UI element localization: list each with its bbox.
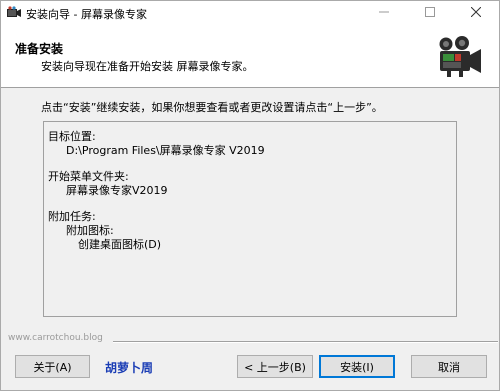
title-bar[interactable]: 安装向导 - 屏幕录像专家	[1, 1, 499, 26]
installer-app-icon	[6, 6, 22, 20]
back-button[interactable]: < 上一步(B)	[237, 355, 313, 378]
page-subtitle: 安装向导现在准备开始安装 屏幕录像专家。	[41, 60, 254, 73]
minimize-button[interactable]	[361, 1, 407, 26]
dest-value: D:\Program Files\屏幕录像专家 V2019	[66, 144, 265, 157]
installer-window: 安装向导 - 屏幕录像专家 准备安装 安装向导现在准备开始安装 屏幕录像专家。	[0, 0, 500, 391]
page-title: 准备安装	[15, 42, 64, 56]
instruction-text: 点击“安装”继续安装，如果你想要查看或者更改设置请点击“上一步”。	[41, 101, 383, 114]
startmenu-value: 屏幕录像专家V2019	[66, 184, 168, 197]
minimize-icon	[379, 7, 389, 20]
watermark-text: www.carrotchou.blog	[8, 333, 103, 343]
maximize-button[interactable]	[407, 1, 453, 26]
close-button[interactable]	[453, 1, 499, 26]
camera-logo-icon	[435, 34, 485, 78]
install-button[interactable]: 安装(I)	[319, 355, 395, 378]
about-button[interactable]: 关于(A)	[15, 355, 90, 378]
footer-separator	[113, 341, 498, 343]
ready-memo[interactable]: 目标位置: D:\Program Files\屏幕录像专家 V2019 开始菜单…	[43, 121, 457, 317]
tasks-item: 创建桌面图标(D)	[78, 238, 162, 251]
close-icon	[470, 6, 482, 20]
brand-link[interactable]: 胡萝卜周	[105, 359, 153, 376]
window-title: 安装向导 - 屏幕录像专家	[26, 8, 147, 21]
cancel-button[interactable]: 取消	[411, 355, 487, 378]
wizard-header: 准备安装 安装向导现在准备开始安装 屏幕录像专家。	[1, 26, 499, 88]
maximize-icon	[425, 7, 435, 20]
